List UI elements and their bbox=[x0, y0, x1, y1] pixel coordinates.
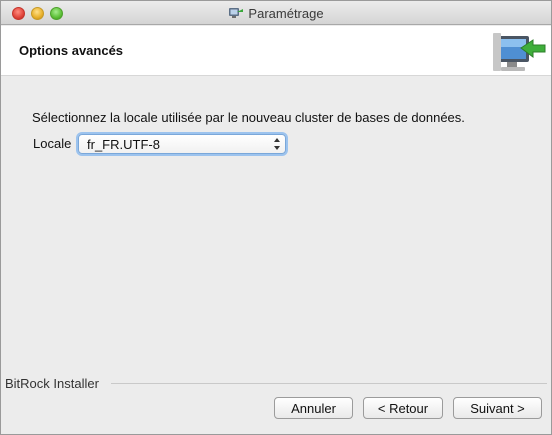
window-title: Paramétrage bbox=[248, 5, 324, 21]
page-header: Options avancés bbox=[1, 26, 551, 76]
updown-arrows-icon bbox=[274, 138, 280, 150]
main-content: Sélectionnez la locale utilisée par le n… bbox=[1, 77, 551, 373]
next-button[interactable]: Suivant > bbox=[453, 397, 542, 419]
cancel-button[interactable]: Annuler bbox=[274, 397, 353, 419]
window-title-area: Paramétrage bbox=[1, 1, 551, 25]
title-bar[interactable]: Paramétrage bbox=[1, 1, 551, 25]
locale-select-value: fr_FR.UTF-8 bbox=[87, 137, 160, 152]
installer-icon bbox=[229, 8, 244, 18]
locale-description: Sélectionnez la locale utilisée par le n… bbox=[32, 110, 465, 125]
installer-window: Paramétrage Options avancés Sélectionnez… bbox=[0, 0, 552, 435]
back-button[interactable]: < Retour bbox=[363, 397, 443, 419]
footer-divider bbox=[111, 383, 547, 384]
locale-select[interactable]: fr_FR.UTF-8 bbox=[78, 134, 286, 154]
installer-brand: BitRock Installer bbox=[5, 376, 99, 391]
computer-arrow-icon bbox=[493, 33, 546, 71]
locale-label: Locale bbox=[33, 136, 72, 151]
page-title: Options avancés bbox=[19, 43, 124, 58]
